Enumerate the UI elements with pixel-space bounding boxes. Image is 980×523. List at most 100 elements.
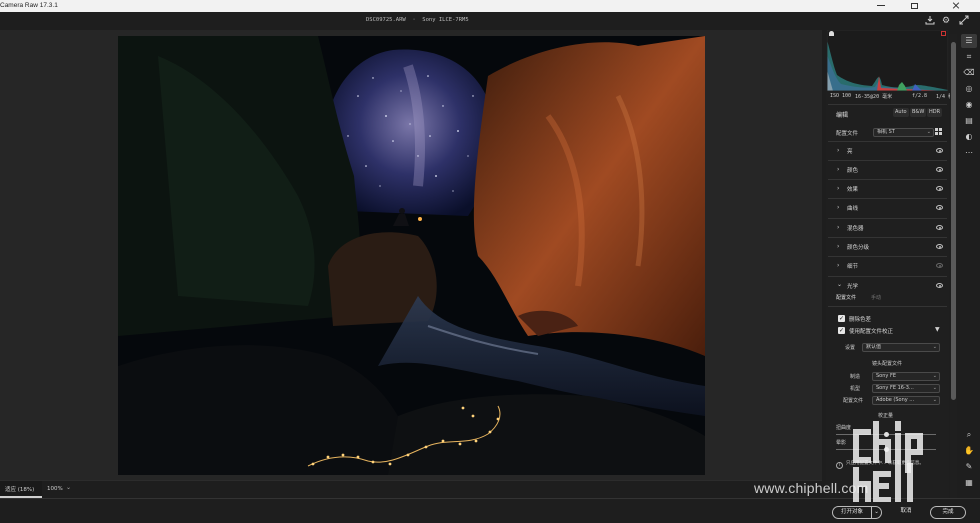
lens-profile-select[interactable]: Adobe (Sony … ⌄: [872, 396, 940, 405]
section-label: 颜色分级: [847, 245, 870, 251]
edit-sliders-icon[interactable]: ☰: [961, 34, 977, 48]
eraser-icon[interactable]: ⌫: [961, 66, 977, 80]
divider: [828, 306, 947, 307]
more-options-icon[interactable]: ⋯: [961, 146, 977, 160]
minimize-button[interactable]: [864, 0, 898, 12]
section-optics[interactable]: ⌄ 光学: [828, 276, 947, 295]
auto-button[interactable]: Auto: [893, 108, 909, 117]
profile-row: 配置文件 相机 ST ⌄: [836, 128, 946, 138]
chevron-right-icon: ›: [837, 147, 840, 154]
lens-profile-label: 配置文件: [843, 398, 864, 404]
presets-icon[interactable]: ◐: [961, 130, 977, 144]
hdr-button[interactable]: HDR: [927, 108, 943, 117]
chevron-right-icon: ›: [837, 224, 840, 231]
model-select[interactable]: Sony FE 16-3… ⌄: [872, 384, 940, 393]
maximize-button[interactable]: [898, 0, 932, 12]
zoom-100-button[interactable]: 100%: [47, 486, 63, 492]
save-icon[interactable]: [924, 15, 936, 27]
section-label: 亮: [847, 149, 853, 155]
chevron-right-icon: ›: [837, 243, 840, 250]
masking-icon[interactable]: ◎: [961, 82, 977, 96]
section-label: 颜色: [847, 168, 859, 174]
section-color[interactable]: › 颜色: [828, 160, 947, 179]
eye-icon[interactable]: [936, 244, 943, 249]
fullscreen-icon[interactable]: [958, 15, 970, 27]
aperture-value: f/2.8: [912, 93, 928, 99]
profile-select[interactable]: 相机 ST ⌄: [873, 128, 934, 137]
section-color-grading[interactable]: › 颜色分级: [828, 237, 947, 256]
profile-label: 配置文件: [836, 131, 859, 137]
setup-label: 设置: [845, 345, 856, 351]
section-label: 细节: [847, 264, 859, 270]
lens-profile-value: Adobe (Sony …: [876, 397, 915, 403]
section-label: 光学: [847, 284, 859, 290]
chevron-down-icon[interactable]: ⌄: [66, 484, 71, 491]
eye-icon[interactable]: [936, 263, 943, 268]
open-object-button[interactable]: 打开对象: [832, 506, 872, 519]
eye-icon[interactable]: [936, 186, 943, 191]
section-mixer[interactable]: › 混色器: [828, 218, 947, 237]
eye-icon[interactable]: [936, 148, 943, 153]
iso-value: ISO 100: [830, 93, 852, 99]
chevron-down-icon: ⌄: [874, 509, 879, 515]
checkbox-checked-icon: ✓: [838, 327, 845, 334]
checkbox-checked-icon: ✓: [838, 315, 845, 322]
section-effects[interactable]: › 效果: [828, 179, 947, 198]
histogram: [826, 29, 949, 92]
setup-value: 默认值: [866, 344, 882, 350]
make-value: Sony FE: [876, 373, 896, 379]
eye-icon[interactable]: [936, 167, 943, 172]
top-bar: DSC09725.ARW · Sony ILCE-7RM5 ⚙: [0, 12, 980, 30]
lens-profile-heading: 镜头配置文件: [872, 361, 903, 367]
file-name: DSC09725.ARW · Sony ILCE-7RM5: [366, 17, 469, 23]
section-label: 曲线: [847, 206, 859, 212]
close-button[interactable]: [932, 0, 980, 12]
section-detail[interactable]: › 细节: [828, 256, 947, 275]
chevron-right-icon: ›: [837, 185, 840, 192]
panel-scrollbar-thumb[interactable]: [951, 42, 956, 400]
panel-title: 编辑: [836, 112, 849, 119]
setup-select[interactable]: 默认值 ⌄: [862, 343, 940, 352]
focal-value: 16-35@20 毫米: [855, 94, 893, 100]
cancel-button[interactable]: 取消: [892, 506, 920, 519]
section-curve[interactable]: › 曲线: [828, 198, 947, 217]
chevron-down-icon: ⌄: [837, 281, 843, 288]
done-button[interactable]: 完成: [930, 506, 966, 519]
eye-icon[interactable]: [936, 283, 943, 288]
tab-profile[interactable]: 配置文件: [836, 294, 856, 301]
red-eye-icon[interactable]: ◉: [961, 98, 977, 112]
vignette-label: 晕影: [836, 440, 847, 446]
shadow-clip-icon[interactable]: [829, 31, 834, 36]
photo-preview[interactable]: [118, 36, 705, 475]
tab-manual[interactable]: 手动: [871, 294, 881, 301]
app-title: Camera Raw 17.3.1: [0, 2, 58, 9]
profile-value: 相机 ST: [877, 129, 895, 135]
make-label: 制造: [850, 374, 861, 380]
collapse-triangle-icon[interactable]: ▼: [935, 326, 940, 333]
fit-zoom-label: 适应 (18%): [5, 487, 35, 493]
bw-button[interactable]: B&W: [910, 108, 927, 117]
chevron-down-icon: ⌄: [932, 385, 937, 391]
crop-icon[interactable]: ⌗: [961, 50, 977, 64]
chevron-down-icon: ⌄: [932, 373, 937, 379]
section-light[interactable]: › 亮: [828, 141, 947, 160]
eye-icon[interactable]: [936, 225, 943, 230]
remove-ca-label: 删除色差: [849, 317, 872, 323]
section-label: 效果: [847, 187, 859, 193]
model-label: 机型: [850, 386, 861, 392]
highlight-clip-icon[interactable]: [941, 31, 946, 36]
gear-icon[interactable]: ⚙: [940, 15, 952, 27]
info-icon: i: [836, 462, 843, 469]
status-bar: 适应 (18%) 100% ⌄: [0, 480, 822, 498]
snapshots-icon[interactable]: ▤: [961, 114, 977, 128]
eye-icon[interactable]: [936, 205, 943, 210]
divider: [828, 104, 947, 105]
profile-browser-icon[interactable]: [935, 128, 942, 135]
use-profile-label: 使用配置文件校正: [849, 329, 894, 335]
fit-zoom-button[interactable]: 适应 (18%): [0, 481, 42, 498]
make-select[interactable]: Sony FE ⌄: [872, 372, 940, 381]
title-bar: Camera Raw 17.3.1: [0, 0, 980, 12]
image-canvas[interactable]: [0, 30, 822, 480]
chevron-down-icon: ⌄: [926, 129, 931, 135]
model-value: Sony FE 16-3…: [876, 385, 914, 391]
